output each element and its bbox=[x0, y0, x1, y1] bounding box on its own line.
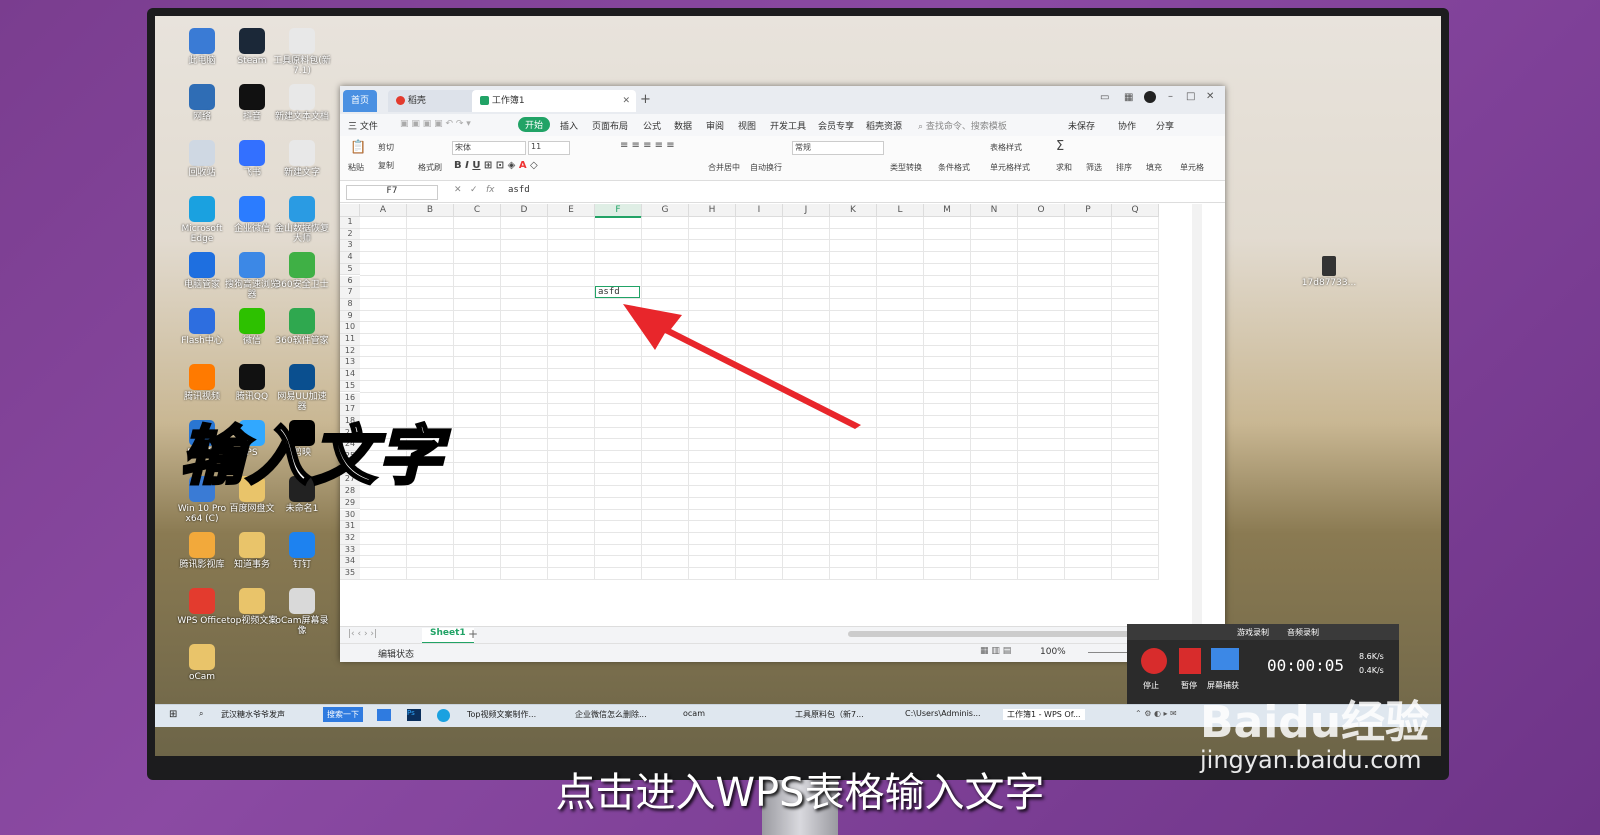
taskbar-item-5[interactable]: C:\Users\Adminis... bbox=[905, 709, 981, 718]
start-icon[interactable]: ⊞ bbox=[169, 709, 177, 720]
screen-capture-icon[interactable] bbox=[1211, 648, 1239, 670]
taskbar-item-2[interactable]: 企业微信怎么删除... bbox=[575, 709, 647, 720]
system-tray-icons[interactable]: ⌃ ⚙ ◐ ▸ ✉ bbox=[1135, 709, 1177, 718]
pause-label: 暂停 bbox=[1181, 681, 1197, 690]
pause-icon[interactable] bbox=[1179, 648, 1201, 674]
recorder-tab-game[interactable]: 游戏录制 bbox=[1237, 627, 1269, 638]
record-timer: 00:00:05 bbox=[1267, 656, 1345, 675]
taskbar-item-3[interactable]: ocam bbox=[683, 709, 705, 718]
stop-icon[interactable] bbox=[1141, 648, 1167, 674]
taskbar-explorer-icon[interactable] bbox=[377, 709, 391, 721]
taskbar-edge-icon[interactable] bbox=[437, 709, 450, 722]
taskbar-item-6[interactable]: 工作簿1 - WPS Of... bbox=[1003, 709, 1085, 720]
video-caption: 点击进入WPS表格输入文字 bbox=[555, 770, 1045, 816]
recorder-tabs: 游戏录制 音频录制 bbox=[1127, 624, 1399, 640]
baidu-watermark: Baidu经验 bbox=[1200, 697, 1430, 748]
taskbar-search-text[interactable]: 武汉糖水爷爷发声 bbox=[221, 709, 321, 720]
download-rate: 0.4K/s bbox=[1359, 666, 1384, 675]
desktop-screen: 此电脑 Steam 工具原料包(新7.1) 网络 抖音 新建文本文档 回收站 飞书 新建文字 Mi… bbox=[155, 16, 1441, 756]
arrow-shape bbox=[623, 304, 861, 429]
taskbar-search-icon[interactable]: ⌕ bbox=[199, 709, 203, 719]
taskbar-item-1[interactable]: Top视频文案制作... bbox=[467, 709, 536, 720]
recorder-tab-audio[interactable]: 音频录制 bbox=[1287, 627, 1319, 638]
taskbar-ps-icon[interactable]: Ps bbox=[407, 709, 421, 721]
stop-label: 停止 bbox=[1143, 681, 1159, 690]
overlay-title: 输入文字 bbox=[179, 419, 444, 496]
monitor-frame: 此电脑 Steam 工具原料包(新7.1) 网络 抖音 新建文本文档 回收站 飞书 新建文字 Mi… bbox=[147, 8, 1449, 780]
taskbar-item-4[interactable]: 工具原料包（新7... bbox=[795, 709, 864, 720]
upload-rate: 8.6K/s bbox=[1359, 652, 1384, 661]
taskbar-search-button[interactable]: 搜索一下 bbox=[323, 707, 363, 722]
